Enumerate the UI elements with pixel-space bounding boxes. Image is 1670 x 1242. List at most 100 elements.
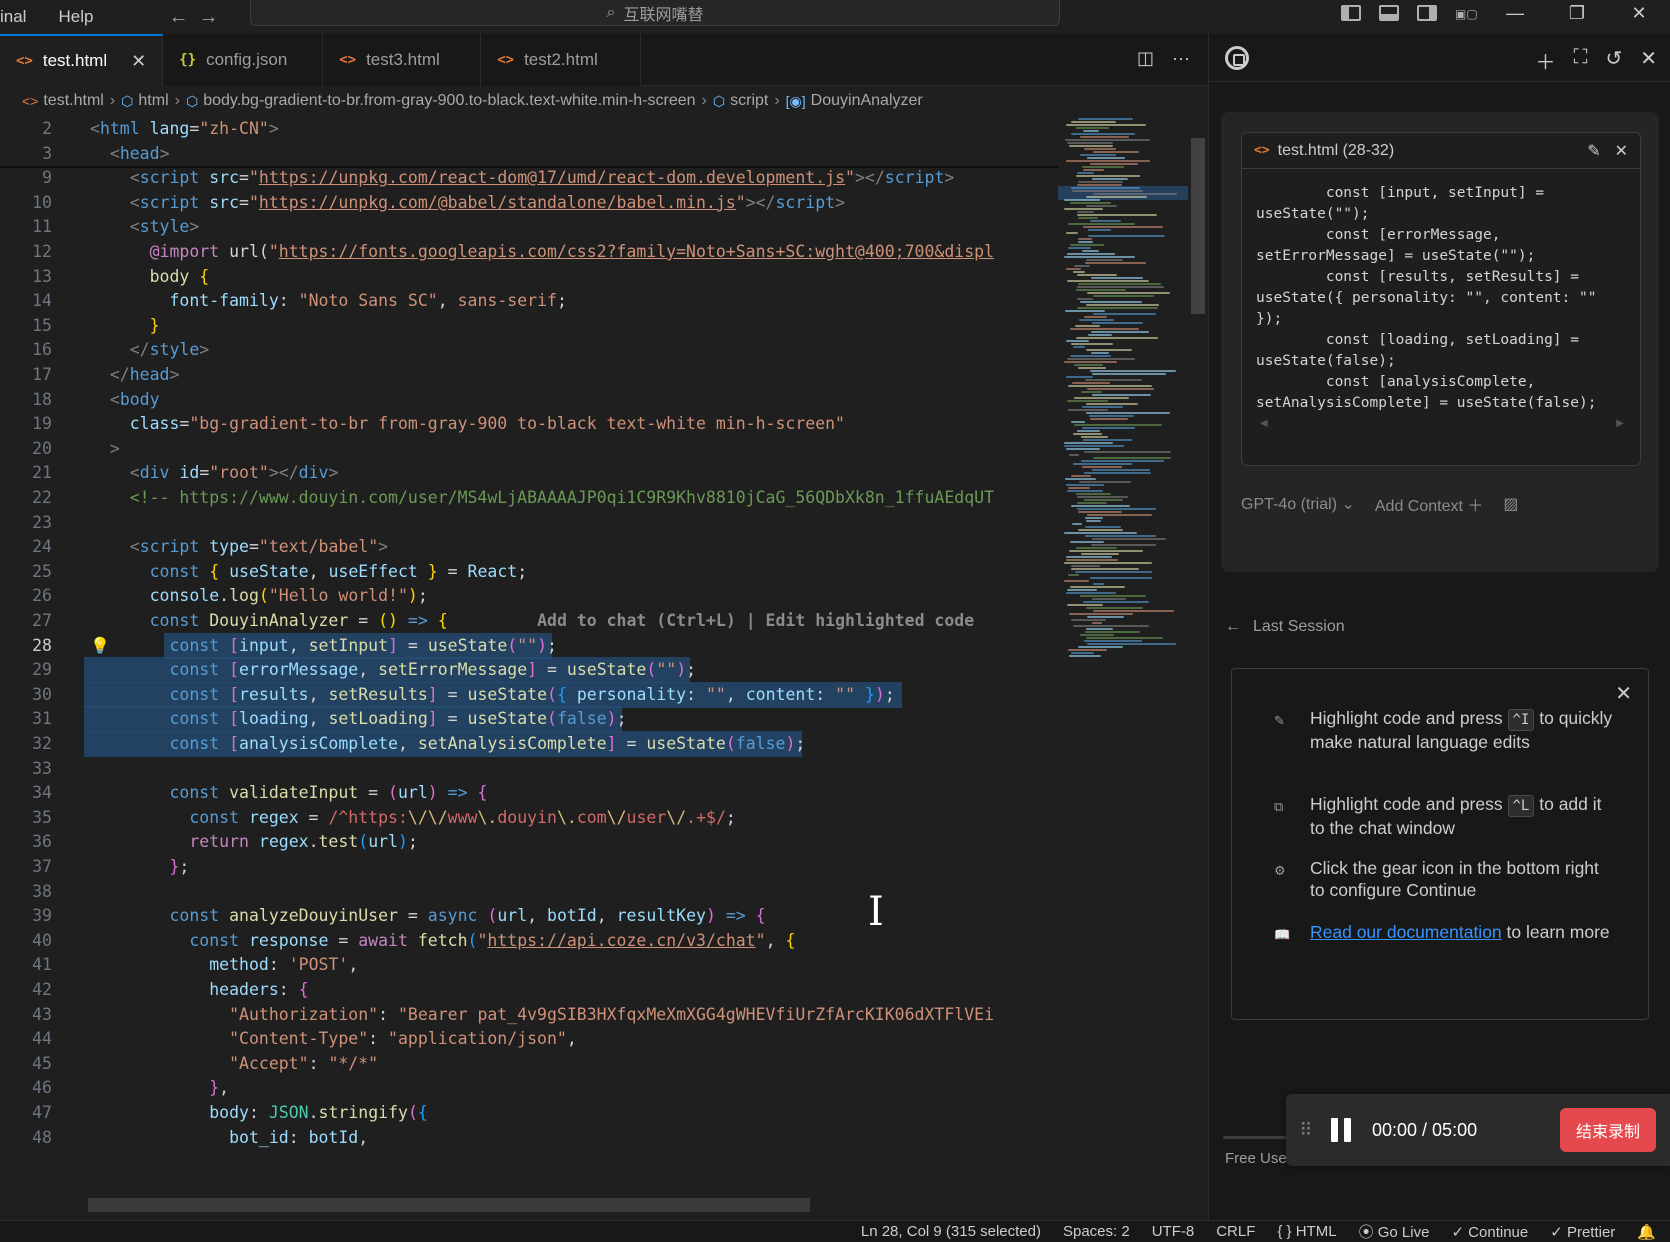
- code-line[interactable]: 20 >: [0, 436, 1058, 462]
- tab-test2-html[interactable]: <> test2.html: [481, 34, 642, 86]
- tab-config-json[interactable]: {} config.json: [163, 34, 324, 86]
- vertical-scrollbar[interactable]: [1188, 116, 1208, 1220]
- scroll-right-icon[interactable]: ▶: [1616, 418, 1624, 429]
- code-line[interactable]: 16 </style>: [0, 337, 1058, 363]
- code-line[interactable]: 48 bot_id: botId,: [0, 1125, 1058, 1151]
- indentation[interactable]: Spaces: 2: [1063, 1223, 1130, 1240]
- code-line[interactable]: 26 console.log("Hello world!");: [0, 583, 1058, 609]
- code-line[interactable]: 27 const DouyinAnalyzer = () => { Add to…: [0, 608, 1058, 634]
- code-line[interactable]: 14 font-family: "Noto Sans SC", sans-ser…: [0, 288, 1058, 314]
- code-line[interactable]: 32 const [analysisComplete, setAnalysisC…: [0, 731, 1058, 757]
- minimap[interactable]: [1058, 116, 1188, 1220]
- continue-status[interactable]: ✓ Continue: [1451, 1223, 1528, 1241]
- code-line[interactable]: 23: [0, 510, 1058, 536]
- customize-layout-icon[interactable]: [1455, 5, 1475, 21]
- command-center-search[interactable]: ⌕ 互联网嘴替: [250, 0, 1060, 26]
- code-line[interactable]: 29 const [errorMessage, setErrorMessage]…: [0, 657, 1058, 683]
- history-icon[interactable]: ↺: [1605, 46, 1622, 75]
- more-actions-icon[interactable]: ···: [1172, 48, 1190, 69]
- image-upload-icon[interactable]: ▨: [1503, 494, 1518, 514]
- code-line[interactable]: 36 return regex.test(url);: [0, 829, 1058, 855]
- code-line[interactable]: 40 const response = await fetch("https:/…: [0, 928, 1058, 954]
- code-line[interactable]: 11 <style>: [0, 214, 1058, 240]
- code-line[interactable]: 41 method: 'POST',: [0, 952, 1058, 978]
- tab-test3-html[interactable]: <> test3.html: [323, 34, 482, 86]
- code-line[interactable]: 45 "Accept": "*/*": [0, 1051, 1058, 1077]
- scrollbar-thumb[interactable]: [1191, 138, 1205, 314]
- code-line[interactable]: 19 class="bg-gradient-to-br from-gray-90…: [0, 411, 1058, 437]
- code-line[interactable]: 25 const { useState, useEffect } = React…: [0, 559, 1058, 585]
- minimap-line: [1085, 526, 1121, 528]
- close-window-icon[interactable]: ✕: [1608, 3, 1670, 24]
- menu-help[interactable]: Help: [48, 5, 103, 29]
- close-tab-icon[interactable]: ✕: [131, 51, 146, 72]
- model-select[interactable]: GPT-4o (trial) ⌄: [1241, 494, 1355, 514]
- minimize-icon[interactable]: —: [1484, 3, 1546, 24]
- code-line[interactable]: 34 const validateInput = (url) => {: [0, 780, 1058, 806]
- close-panel-icon[interactable]: ✕: [1640, 46, 1657, 75]
- code-line[interactable]: 35 const regex = /^https:\/\/www\.douyin…: [0, 805, 1058, 831]
- forward-arrow-icon[interactable]: →: [193, 6, 223, 29]
- code-line[interactable]: 18 <body: [0, 387, 1058, 413]
- breadcrumb-script[interactable]: script: [730, 92, 768, 110]
- code-line[interactable]: 44 "Content-Type": "application/json",: [0, 1026, 1058, 1052]
- code-line[interactable]: 10 <script src="https://unpkg.com/@babel…: [0, 190, 1058, 216]
- fullscreen-icon[interactable]: ⛶: [1573, 46, 1587, 75]
- split-editor-icon[interactable]: ◫: [1137, 48, 1154, 69]
- breadcrumb-html[interactable]: html: [138, 92, 168, 110]
- pause-icon[interactable]: [1326, 1118, 1356, 1142]
- code-line[interactable]: 28 💡 const [input, setInput] = useState("…: [0, 633, 1058, 659]
- toggle-panel-icon[interactable]: [1379, 5, 1399, 21]
- prettier-status[interactable]: ✓ Prettier: [1550, 1223, 1615, 1241]
- end-recording-button[interactable]: 结束录制: [1559, 1108, 1656, 1152]
- code-line[interactable]: 31 const [loading, setLoading] = useStat…: [0, 706, 1058, 732]
- code-line[interactable]: 3 <head>: [0, 141, 1058, 167]
- code-line[interactable]: 22 <!-- https://www.douyin.com/user/MS4w…: [0, 485, 1058, 511]
- code-line[interactable]: 47 body: JSON.stringify({: [0, 1100, 1058, 1126]
- code-line[interactable]: 42 headers: {: [0, 977, 1058, 1003]
- language-mode[interactable]: { } HTML: [1277, 1223, 1336, 1240]
- go-live-button[interactable]: ⦿ Go Live: [1359, 1221, 1430, 1242]
- scroll-left-icon[interactable]: ◀: [1260, 418, 1268, 429]
- breadcrumb-file[interactable]: test.html: [43, 92, 103, 110]
- drag-handle-icon[interactable]: ⠿: [1286, 1120, 1326, 1141]
- back-arrow-icon[interactable]: ←: [163, 6, 193, 29]
- code-line[interactable]: 30 const [results, setResults] = useStat…: [0, 682, 1058, 708]
- code-line[interactable]: 12 @import url("https://fonts.googleapis…: [0, 239, 1058, 265]
- edit-pencil-icon[interactable]: ✎: [1587, 141, 1600, 161]
- documentation-link[interactable]: Read our documentation: [1310, 922, 1502, 942]
- cursor-position[interactable]: Ln 28, Col 9 (315 selected): [861, 1223, 1041, 1240]
- line-ending[interactable]: CRLF: [1216, 1223, 1255, 1240]
- add-context-button[interactable]: Add Context ＋: [1375, 492, 1484, 516]
- code-line[interactable]: 15 }: [0, 313, 1058, 339]
- notifications-bell-icon[interactable]: 🔔: [1637, 1223, 1656, 1241]
- menu-terminal[interactable]: inal: [0, 5, 36, 29]
- code-line[interactable]: 17 </head>: [0, 362, 1058, 388]
- breadcrumb-body[interactable]: body.bg-gradient-to-br.from-gray-900.to-…: [203, 92, 695, 110]
- toggle-primary-sidebar-icon[interactable]: [1341, 5, 1361, 21]
- close-tips-icon[interactable]: ✕: [1615, 681, 1632, 706]
- code-line[interactable]: 13 body {: [0, 264, 1058, 290]
- restore-icon[interactable]: ❐: [1546, 3, 1608, 24]
- last-session-link[interactable]: ← Last Session: [1225, 618, 1345, 636]
- code-line[interactable]: 46 },: [0, 1075, 1058, 1101]
- code-line[interactable]: 9 <script src="https://unpkg.com/react-d…: [0, 165, 1058, 191]
- code-line[interactable]: 2 <html lang="zh-CN">: [0, 116, 1058, 142]
- horizontal-scrollbar[interactable]: [88, 1198, 810, 1212]
- breadcrumb-symbol[interactable]: DouyinAnalyzer: [811, 92, 923, 110]
- minimap-line: [1066, 559, 1118, 561]
- code-line[interactable]: 38: [0, 879, 1058, 905]
- toggle-secondary-sidebar-icon[interactable]: [1417, 5, 1437, 21]
- code-line[interactable]: 37 };: [0, 854, 1058, 880]
- new-session-icon[interactable]: ＋: [1535, 46, 1555, 75]
- code-line[interactable]: 39 const analyzeDouyinUser = async (url,…: [0, 903, 1058, 929]
- code-editor[interactable]: I 2 <html lang="zh-CN"> 3 <head> 9 <script …: [0, 116, 1058, 1220]
- encoding[interactable]: UTF-8: [1152, 1223, 1195, 1240]
- tab-test-html[interactable]: <> test.html ✕: [0, 34, 164, 86]
- code-line[interactable]: 21 <div id="root"></div>: [0, 460, 1058, 486]
- code-line[interactable]: 24 <script type="text/babel">: [0, 534, 1058, 560]
- code-line[interactable]: 43 "Authorization": "Bearer pat_4v9gSIB3…: [0, 1002, 1058, 1028]
- remove-context-icon[interactable]: ✕: [1615, 141, 1628, 161]
- code-line[interactable]: 33: [0, 756, 1058, 782]
- chat-input-card[interactable]: <> test.html (28-32) ✎ ✕ const [input, s…: [1221, 112, 1659, 572]
